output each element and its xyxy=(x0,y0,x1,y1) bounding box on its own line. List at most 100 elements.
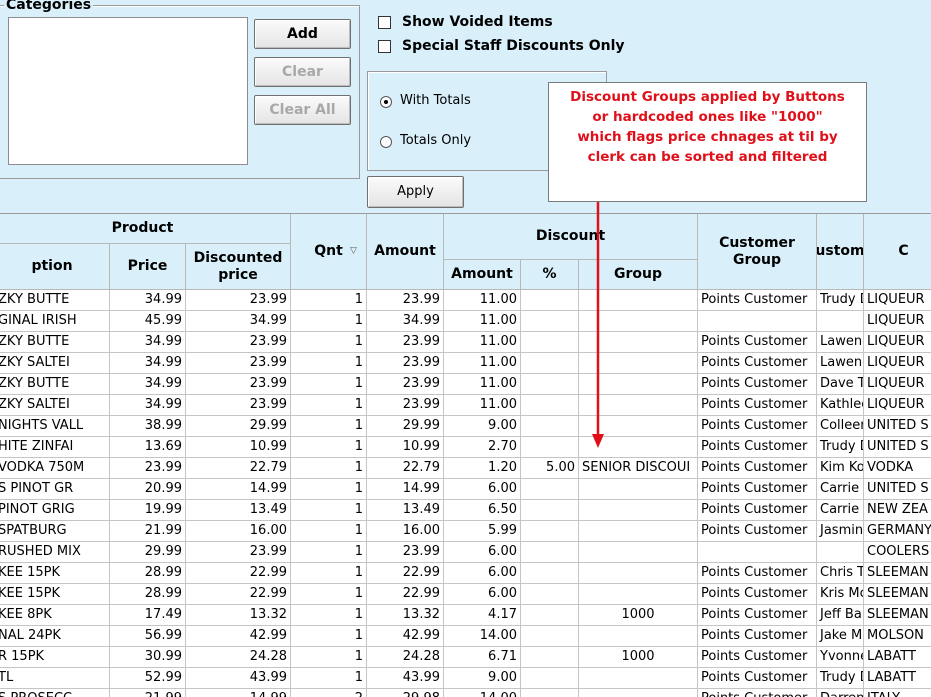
cell-customer[interactable]: Trudy D xyxy=(817,668,864,689)
show-voided-checkbox[interactable] xyxy=(378,16,391,29)
cell-price[interactable]: 20.99 xyxy=(110,479,186,500)
cell-discount-amount[interactable]: 14.00 xyxy=(444,626,521,647)
cell-qnt[interactable]: 1 xyxy=(291,311,367,332)
cell-discount-amount[interactable]: 6.00 xyxy=(444,563,521,584)
cell-discount-amount[interactable]: 2.70 xyxy=(444,437,521,458)
cell-category[interactable]: NEW ZEA xyxy=(864,500,931,521)
cell-discount-group[interactable]: 1000 xyxy=(579,647,698,668)
cell-qnt[interactable]: 1 xyxy=(291,395,367,416)
cell-discount-group[interactable] xyxy=(579,563,698,584)
cell-customer[interactable]: Trudy D xyxy=(817,290,864,311)
cell-qnt[interactable]: 1 xyxy=(291,542,367,563)
cell-price[interactable]: 17.49 xyxy=(110,605,186,626)
cell-discount-group[interactable]: SENIOR DISCOUI xyxy=(579,458,698,479)
cell-amount[interactable]: 16.00 xyxy=(367,521,444,542)
col-header-discount-amount[interactable]: Amount xyxy=(444,260,521,290)
cell-description[interactable]: ZKY SALTEI xyxy=(0,395,110,416)
cell-amount[interactable]: 10.99 xyxy=(367,437,444,458)
cell-customer-group[interactable]: Points Customer xyxy=(698,353,817,374)
cell-category[interactable]: SLEEMAN xyxy=(864,563,931,584)
cell-discounted-price[interactable]: 22.79 xyxy=(186,458,291,479)
cell-customer[interactable]: Lawene xyxy=(817,332,864,353)
cell-discount-group[interactable] xyxy=(579,668,698,689)
cell-discount-pct[interactable]: 5.00 xyxy=(521,458,579,479)
cell-qnt[interactable]: 1 xyxy=(291,500,367,521)
col-header-discount[interactable]: Discount xyxy=(444,214,698,260)
cell-discount-pct[interactable] xyxy=(521,311,579,332)
cell-category[interactable]: UNITED S xyxy=(864,479,931,500)
cell-customer[interactable]: Carrie S xyxy=(817,479,864,500)
cell-amount[interactable]: 14.99 xyxy=(367,479,444,500)
cell-description[interactable]: ZKY BUTTE xyxy=(0,374,110,395)
cell-price[interactable]: 34.99 xyxy=(110,374,186,395)
cell-discounted-price[interactable]: 23.99 xyxy=(186,290,291,311)
cell-description[interactable]: ZKY SALTEI xyxy=(0,353,110,374)
cell-discount-group[interactable] xyxy=(579,521,698,542)
cell-amount[interactable]: 13.49 xyxy=(367,500,444,521)
cell-discount-amount[interactable]: 6.00 xyxy=(444,542,521,563)
cell-qnt[interactable]: 1 xyxy=(291,584,367,605)
cell-qnt[interactable]: 1 xyxy=(291,290,367,311)
cell-amount[interactable]: 23.99 xyxy=(367,353,444,374)
cell-description[interactable]: GINAL IRISH xyxy=(0,311,110,332)
cell-category[interactable]: GERMANY xyxy=(864,521,931,542)
cell-customer[interactable]: Jeff Ba xyxy=(817,605,864,626)
cell-discounted-price[interactable]: 22.99 xyxy=(186,563,291,584)
cell-price[interactable]: 34.99 xyxy=(110,290,186,311)
cell-discount-amount[interactable]: 11.00 xyxy=(444,332,521,353)
clear-button[interactable]: Clear xyxy=(254,57,351,87)
cell-discount-pct[interactable] xyxy=(521,416,579,437)
cell-discount-pct[interactable] xyxy=(521,395,579,416)
cell-price[interactable]: 38.99 xyxy=(110,416,186,437)
cell-category[interactable]: SLEEMAN xyxy=(864,605,931,626)
cell-qnt[interactable]: 1 xyxy=(291,353,367,374)
cell-discounted-price[interactable]: 10.99 xyxy=(186,437,291,458)
cell-price[interactable]: 34.99 xyxy=(110,332,186,353)
cell-customer-group[interactable] xyxy=(698,311,817,332)
col-header-discount-pct[interactable]: % xyxy=(521,260,579,290)
cell-category[interactable]: LIQUEUR xyxy=(864,395,931,416)
cell-discount-group[interactable] xyxy=(579,626,698,647)
cell-price[interactable]: 13.69 xyxy=(110,437,186,458)
cell-discounted-price[interactable]: 24.28 xyxy=(186,647,291,668)
cell-description[interactable]: SPATBURG xyxy=(0,521,110,542)
cell-customer[interactable] xyxy=(817,311,864,332)
cell-customer-group[interactable]: Points Customer xyxy=(698,521,817,542)
cell-customer-group[interactable] xyxy=(698,542,817,563)
cell-customer[interactable]: Chris T xyxy=(817,563,864,584)
cell-discounted-price[interactable]: 42.99 xyxy=(186,626,291,647)
cell-category[interactable]: LIQUEUR xyxy=(864,311,931,332)
cell-category[interactable]: LIQUEUR xyxy=(864,374,931,395)
cell-customer[interactable]: Kim Ko xyxy=(817,458,864,479)
cell-price[interactable]: 28.99 xyxy=(110,563,186,584)
cell-customer-group[interactable]: Points Customer xyxy=(698,458,817,479)
cell-discount-amount[interactable]: 1.20 xyxy=(444,458,521,479)
cell-price[interactable]: 45.99 xyxy=(110,311,186,332)
cell-discount-pct[interactable] xyxy=(521,479,579,500)
cell-price[interactable]: 56.99 xyxy=(110,626,186,647)
cell-description[interactable]: KEE 8PK xyxy=(0,605,110,626)
sort-descending-icon[interactable]: ▽ xyxy=(350,246,357,256)
cell-customer[interactable]: Jake M xyxy=(817,626,864,647)
cell-qnt[interactable]: 1 xyxy=(291,458,367,479)
cell-discounted-price[interactable]: 23.99 xyxy=(186,395,291,416)
cell-discount-pct[interactable] xyxy=(521,353,579,374)
cell-description[interactable]: KEE 15PK xyxy=(0,563,110,584)
col-header-description[interactable]: ption xyxy=(0,244,110,290)
cell-price[interactable]: 34.99 xyxy=(110,395,186,416)
col-header-amount[interactable]: Amount xyxy=(367,214,444,290)
cell-category[interactable]: LABATT xyxy=(864,668,931,689)
cell-amount[interactable]: 29.99 xyxy=(367,416,444,437)
cell-qnt[interactable]: 1 xyxy=(291,626,367,647)
cell-description[interactable]: NAL 24PK xyxy=(0,626,110,647)
cell-discount-amount[interactable]: 6.00 xyxy=(444,584,521,605)
cell-discount-amount[interactable]: 5.99 xyxy=(444,521,521,542)
cell-description[interactable]: NIGHTS VALL xyxy=(0,416,110,437)
add-button[interactable]: Add xyxy=(254,19,351,49)
cell-category[interactable]: LIQUEUR xyxy=(864,353,931,374)
cell-discounted-price[interactable]: 23.99 xyxy=(186,332,291,353)
cell-customer-group[interactable]: Points Customer xyxy=(698,479,817,500)
cell-discount-pct[interactable] xyxy=(521,521,579,542)
cell-discount-pct[interactable] xyxy=(521,563,579,584)
cell-customer[interactable]: Carrie S xyxy=(817,500,864,521)
